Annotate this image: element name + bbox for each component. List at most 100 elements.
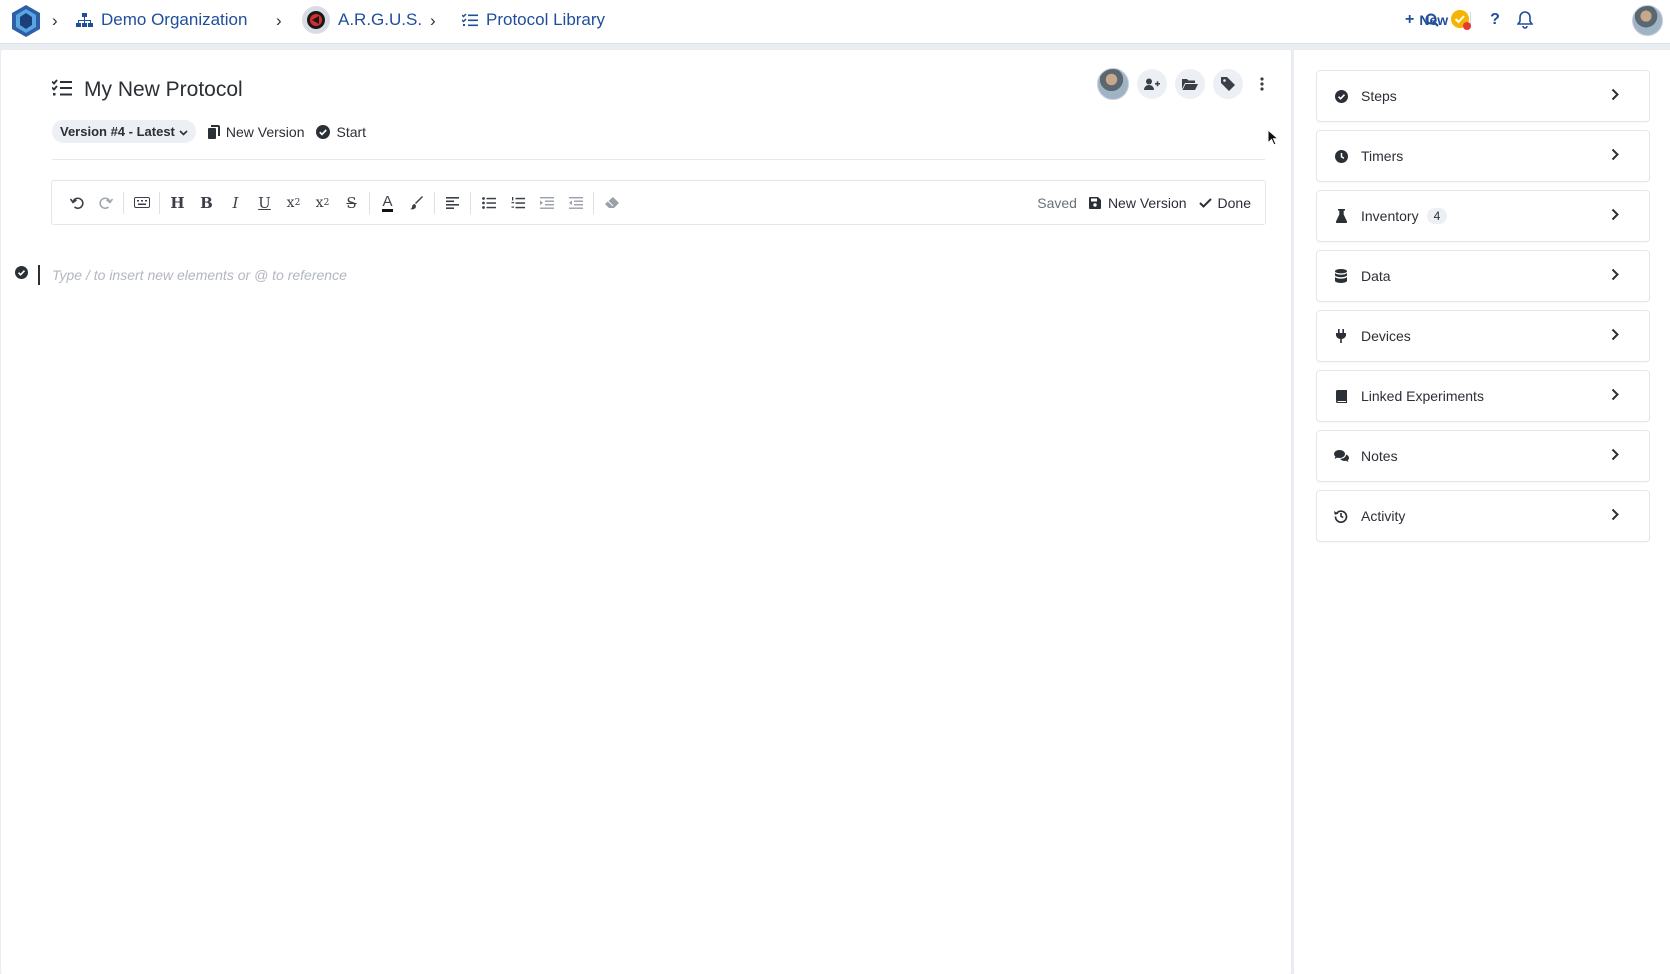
status-check-icon[interactable]: [1450, 9, 1472, 31]
right-sidebar: Steps Timers Inventory 4 Data Devices Li…: [1294, 50, 1670, 974]
add-user-icon: [1144, 78, 1160, 90]
strikethrough-icon[interactable]: S: [337, 188, 366, 218]
editor-first-block[interactable]: Type / to insert new elements or @ to re…: [15, 265, 347, 285]
highlight-brush-icon[interactable]: [402, 188, 431, 218]
collaborator-avatar[interactable]: [1097, 68, 1129, 100]
chevron-right-icon: [1611, 448, 1619, 461]
notification-bell-icon[interactable]: [1514, 9, 1536, 31]
page-title[interactable]: My New Protocol: [84, 78, 243, 102]
add-user-button[interactable]: [1137, 69, 1167, 99]
sidebar-item-label: Steps: [1361, 88, 1397, 104]
plug-icon: [1333, 328, 1349, 344]
comments-icon: [1333, 448, 1349, 464]
sidebar-item-label: Devices: [1361, 328, 1411, 344]
superscript-icon[interactable]: x2: [308, 188, 337, 218]
subscript-icon[interactable]: x2: [279, 188, 308, 218]
redo-icon[interactable]: [91, 188, 120, 218]
breadcrumb-project[interactable]: A.R.G.U.S.: [302, 0, 422, 40]
plus-icon: +: [1405, 11, 1415, 28]
numbered-list-icon[interactable]: [503, 188, 532, 218]
editor-placeholder[interactable]: Type / to insert new elements or @ to re…: [52, 267, 347, 283]
underline-icon[interactable]: U: [250, 188, 279, 218]
editor-status-area: Saved New Version Done: [1037, 181, 1251, 224]
sidebar-item-label: Linked Experiments: [1361, 388, 1484, 404]
search-icon[interactable]: [1421, 9, 1443, 31]
chevron-right-icon: [1611, 148, 1619, 161]
chevron-right-icon: [1611, 88, 1619, 101]
project-avatar-icon: [302, 6, 330, 34]
sidebar-item-steps[interactable]: Steps: [1316, 70, 1650, 122]
chevron-right-icon: [1611, 508, 1619, 521]
protocol-header: My New Protocol: [51, 78, 243, 102]
bold-icon[interactable]: B: [192, 188, 221, 218]
chevron-right-icon: [1611, 388, 1619, 401]
flask-icon: [1333, 208, 1349, 224]
mouse-cursor-icon: [1267, 129, 1279, 146]
copy-icon: [207, 124, 220, 139]
sidebar-item-activity[interactable]: Activity: [1316, 490, 1650, 542]
book-icon: [1333, 388, 1349, 404]
check-circle-icon: [1333, 88, 1349, 104]
breadcrumb-separator-icon: ›: [276, 11, 282, 30]
start-button[interactable]: Start: [316, 124, 366, 140]
save-new-version-label: New Version: [1107, 194, 1187, 211]
header-actions: [1097, 68, 1273, 100]
toolbar-separator: [593, 191, 594, 214]
folder-button[interactable]: [1175, 69, 1205, 99]
save-new-version-button[interactable]: New Version: [1088, 194, 1187, 211]
heading-icon[interactable]: H: [163, 188, 192, 218]
user-avatar[interactable]: [1632, 5, 1663, 36]
chevron-right-icon: [1611, 208, 1619, 221]
sidebar-item-label: Timers: [1361, 148, 1404, 164]
check-circle-icon[interactable]: [15, 266, 28, 284]
save-icon: [1088, 196, 1101, 209]
chevron-down-icon: [179, 124, 188, 139]
top-nav-bar: › Demo Organization › A.R.G.U.S. › Proto…: [0, 0, 1670, 44]
done-button[interactable]: Done: [1198, 195, 1251, 211]
history-icon: [1333, 508, 1349, 524]
more-options-icon[interactable]: [1251, 69, 1273, 99]
sidebar-item-data[interactable]: Data: [1316, 250, 1650, 302]
outdent-icon[interactable]: [561, 188, 590, 218]
new-version-button[interactable]: New Version: [207, 123, 305, 140]
breadcrumb-org-label[interactable]: Demo Organization: [101, 10, 247, 30]
toolbar-separator: [369, 191, 370, 214]
app-logo-icon[interactable]: [8, 3, 44, 39]
breadcrumb-library[interactable]: Protocol Library: [462, 0, 605, 40]
sidebar-item-linked-experiments[interactable]: Linked Experiments: [1316, 370, 1650, 422]
chevron-right-icon: [1611, 328, 1619, 341]
tag-button[interactable]: [1213, 69, 1243, 99]
tag-icon: [1221, 77, 1235, 91]
text-color-icon[interactable]: A: [373, 188, 402, 218]
check-icon: [1198, 197, 1212, 208]
version-row: Version #4 - Latest New Version Start: [52, 120, 366, 143]
sidebar-item-devices[interactable]: Devices: [1316, 310, 1650, 362]
text-caret: [38, 265, 40, 285]
keyboard-icon[interactable]: [127, 188, 156, 218]
version-label: Version #4 - Latest: [60, 124, 175, 139]
toolbar-separator: [123, 191, 124, 214]
breadcrumb-separator-icon: ›: [52, 11, 58, 30]
folder-open-icon: [1182, 79, 1198, 90]
sidebar-item-notes[interactable]: Notes: [1316, 430, 1650, 482]
version-dropdown[interactable]: Version #4 - Latest: [52, 120, 196, 143]
breadcrumb-org[interactable]: Demo Organization: [76, 0, 247, 40]
new-version-label: New Version: [225, 123, 305, 140]
help-icon[interactable]: ?: [1484, 9, 1506, 31]
italic-icon[interactable]: I: [221, 188, 250, 218]
count-badge: 4: [1426, 208, 1448, 224]
align-left-icon[interactable]: [438, 188, 467, 218]
sidebar-item-inventory[interactable]: Inventory 4: [1316, 190, 1650, 242]
toolbar-separator: [434, 191, 435, 214]
eraser-icon[interactable]: [597, 188, 626, 218]
breadcrumb-project-label[interactable]: A.R.G.U.S.: [338, 10, 422, 30]
sidebar-item-label: Notes: [1361, 448, 1398, 464]
start-label: Start: [336, 123, 367, 140]
indent-icon[interactable]: [532, 188, 561, 218]
breadcrumb-library-label[interactable]: Protocol Library: [486, 10, 605, 30]
bullet-list-icon[interactable]: [474, 188, 503, 218]
chevron-right-icon: [1611, 268, 1619, 281]
undo-icon[interactable]: [62, 188, 91, 218]
editor-toolbar: H B I U x2 x2 S A Saved New Version Done: [51, 180, 1266, 225]
sidebar-item-timers[interactable]: Timers: [1316, 130, 1650, 182]
